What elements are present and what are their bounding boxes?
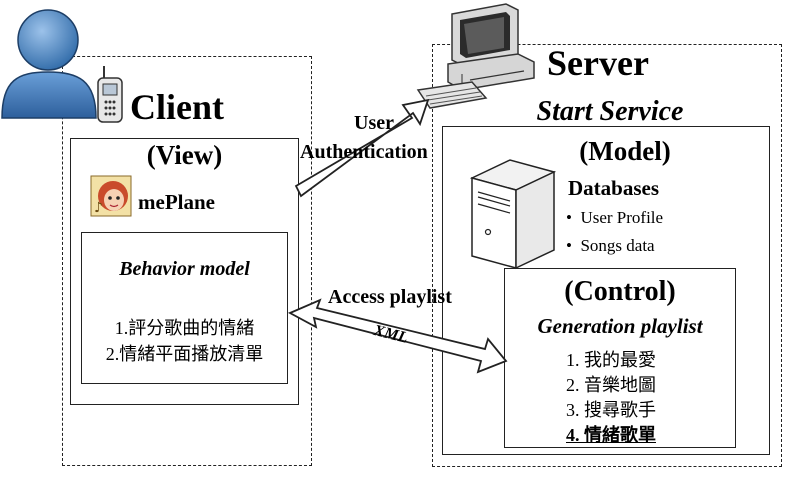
auth-label-line2: Authentication bbox=[300, 141, 428, 163]
db-item-2: • Songs data bbox=[566, 236, 655, 256]
model-title: (Model) bbox=[579, 136, 671, 166]
behavior-item-2: 2.情緒平面播放清單 bbox=[105, 344, 264, 364]
databases-label: Databases bbox=[568, 176, 660, 200]
meplane-icon: ♪ bbox=[90, 175, 132, 217]
start-service-label: Start Service bbox=[536, 96, 684, 127]
client-title: Client bbox=[130, 87, 224, 127]
bullet-icon: • bbox=[566, 236, 581, 255]
behavior-item-1: 1.評分歌曲的情緒 bbox=[114, 318, 255, 338]
db-item-1-label: User Profile bbox=[580, 208, 664, 227]
diagram-overlay: ♪ bbox=[1, 3, 557, 374]
server-title: Server bbox=[547, 43, 649, 83]
playlist-item-1: 1. 我的最愛 bbox=[566, 350, 656, 370]
db-item-2-label: Songs data bbox=[580, 236, 655, 255]
playlist-item-4: 4. 情緒歌單 bbox=[566, 425, 656, 445]
user-icon bbox=[1, 9, 97, 119]
phone-icon bbox=[97, 66, 123, 123]
control-title: (Control) bbox=[564, 276, 676, 307]
access-playlist-label: Access playlist bbox=[328, 286, 452, 308]
generation-playlist-title: Generation playlist bbox=[537, 314, 703, 338]
playlist-item-2: 2. 音樂地圖 bbox=[566, 375, 656, 395]
database-server-icon bbox=[469, 159, 557, 270]
behavior-model-title: Behavior model bbox=[119, 258, 250, 280]
computer-icon bbox=[416, 3, 535, 109]
bullet-icon: • bbox=[566, 208, 581, 227]
svg-text:♪: ♪ bbox=[94, 200, 103, 216]
view-title: (View) bbox=[146, 140, 223, 170]
auth-label-line1: User bbox=[354, 112, 394, 134]
db-item-1: • User Profile bbox=[566, 208, 663, 228]
playlist-item-3: 3. 搜尋歌手 bbox=[566, 400, 656, 420]
app-name: mePlane bbox=[138, 190, 215, 214]
